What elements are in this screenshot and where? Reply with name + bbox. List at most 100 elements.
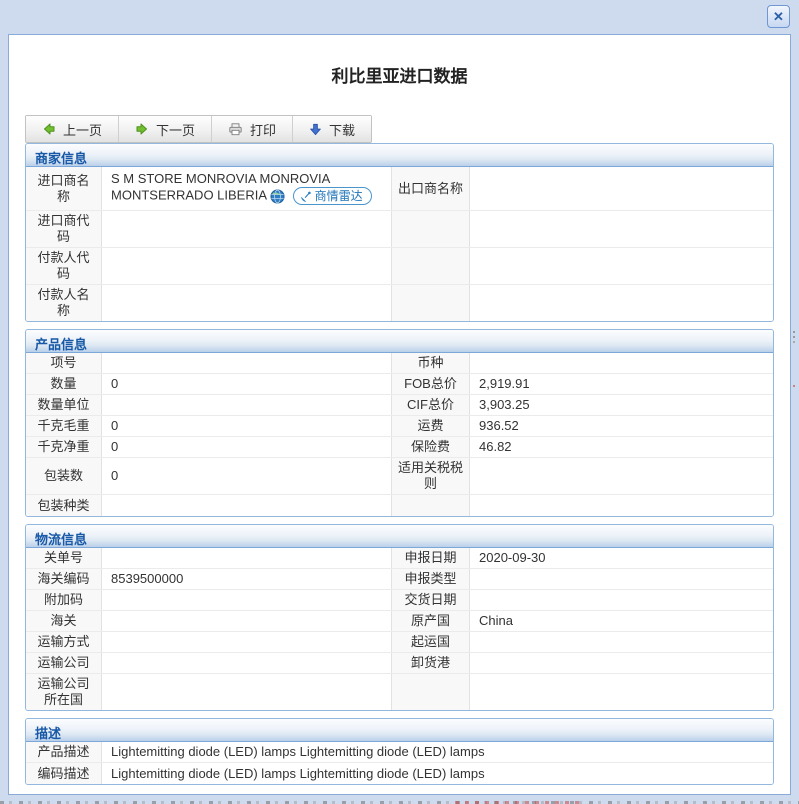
merchant-section-title: 商家信息	[26, 144, 773, 167]
radar-label: 商情雷达	[314, 189, 363, 203]
table-row: 项号 币种	[26, 353, 773, 374]
field-value	[470, 495, 773, 516]
right-arrow-icon	[136, 123, 148, 135]
field-label: 出口商名称	[392, 167, 470, 210]
field-value: 0	[102, 416, 392, 436]
field-label: 运输公司所在国	[26, 674, 102, 710]
field-value	[102, 653, 392, 673]
field-label: 交货日期	[392, 590, 470, 610]
field-label: 包装数	[26, 458, 102, 494]
field-label	[392, 248, 470, 284]
field-label	[392, 495, 470, 516]
download-label: 下载	[329, 122, 356, 138]
table-row: 包装种类	[26, 495, 773, 516]
download-icon	[310, 123, 321, 135]
field-value: 46.82	[470, 437, 773, 457]
field-label	[392, 285, 470, 321]
field-label: 包装种类	[26, 495, 102, 516]
field-label: 千克净重	[26, 437, 102, 457]
table-row: 产品描述 Lightemitting diode (LED) lamps Lig…	[26, 742, 773, 763]
globe-icon[interactable]	[270, 188, 285, 204]
field-value: China	[470, 611, 773, 631]
field-label: 数量单位	[26, 395, 102, 415]
field-value	[102, 548, 392, 568]
toolbar: 上一页 下一页 打印 下载	[25, 115, 790, 143]
field-label: 运输公司	[26, 653, 102, 673]
toolbar-button-group: 上一页 下一页 打印 下载	[25, 115, 373, 143]
field-value: 2,919.91	[470, 374, 773, 394]
field-label: 产品描述	[26, 742, 102, 762]
table-row: 海关编码 8539500000 申报类型	[26, 569, 773, 590]
field-label: 起运国	[392, 632, 470, 652]
field-value: 8539500000	[102, 569, 392, 589]
field-value: 936.52	[470, 416, 773, 436]
field-label	[392, 674, 470, 710]
field-value	[102, 632, 392, 652]
field-value	[102, 395, 392, 415]
table-row: 海关 原产国 China	[26, 611, 773, 632]
background-page-text-sliver	[793, 331, 795, 333]
left-arrow-icon	[44, 123, 55, 135]
table-row: 包装数 0 适用关税税则	[26, 458, 773, 495]
field-label: 海关	[26, 611, 102, 631]
table-row: 付款人名称	[26, 285, 773, 321]
download-button[interactable]: 下载	[292, 116, 372, 142]
logistics-info-section: 物流信息 关单号 申报日期 2020-09-30 海关编码 8539500000…	[25, 524, 774, 711]
table-row: 千克净重 0 保险费 46.82	[26, 437, 773, 458]
field-label: 申报类型	[392, 569, 470, 589]
field-value: 3,903.25	[470, 395, 773, 415]
field-value: 0	[102, 458, 392, 494]
field-label: 运输方式	[26, 632, 102, 652]
close-button[interactable]: ✕	[767, 5, 790, 28]
field-value	[470, 248, 773, 284]
field-label: 卸货港	[392, 653, 470, 673]
field-label: 进口商代码	[26, 211, 102, 247]
merchant-info-section: 商家信息 进口商名称 S M STORE MONROVIA MONROVIA M…	[25, 143, 774, 322]
field-value	[470, 653, 773, 673]
print-label: 打印	[250, 122, 277, 138]
field-value	[102, 285, 392, 321]
field-value	[102, 211, 392, 247]
field-label: 币种	[392, 353, 470, 373]
prev-page-button[interactable]: 上一页	[26, 116, 119, 142]
field-value	[470, 569, 773, 589]
field-label: 海关编码	[26, 569, 102, 589]
field-label: 进口商名称	[26, 167, 102, 210]
table-row: 运输方式 起运国	[26, 632, 773, 653]
description-section-title: 描述	[26, 719, 773, 742]
radar-icon	[300, 191, 311, 202]
field-value	[470, 632, 773, 652]
business-radar-button[interactable]: 商情雷达	[292, 187, 372, 205]
field-value: 2020-09-30	[470, 548, 773, 568]
product-info-section: 产品信息 项号 币种 数量 0 FOB总价 2,919.91 数量单位 CIF总…	[25, 329, 774, 517]
print-button[interactable]: 打印	[211, 116, 293, 142]
table-row: 付款人代码	[26, 248, 773, 285]
field-value	[102, 248, 392, 284]
field-label: 数量	[26, 374, 102, 394]
table-row: 数量 0 FOB总价 2,919.91	[26, 374, 773, 395]
field-label: 适用关税税则	[392, 458, 470, 494]
next-page-button[interactable]: 下一页	[118, 116, 212, 142]
table-row: 进口商名称 S M STORE MONROVIA MONROVIA MONTSE…	[26, 167, 773, 211]
printer-icon	[229, 123, 242, 136]
field-value	[470, 353, 773, 373]
field-label: 关单号	[26, 548, 102, 568]
product-section-title: 产品信息	[26, 330, 773, 353]
field-value	[470, 167, 773, 210]
table-row: 数量单位 CIF总价 3,903.25	[26, 395, 773, 416]
field-label: 附加码	[26, 590, 102, 610]
field-value	[102, 611, 392, 631]
table-row: 千克毛重 0 运费 936.52	[26, 416, 773, 437]
field-value: Lightemitting diode (LED) lamps Lightemi…	[102, 763, 773, 784]
field-value	[102, 353, 392, 373]
field-label: 项号	[26, 353, 102, 373]
field-value	[470, 674, 773, 710]
field-value: Lightemitting diode (LED) lamps Lightemi…	[102, 742, 773, 762]
next-page-label: 下一页	[156, 122, 196, 138]
field-value	[102, 674, 392, 710]
table-row: 运输公司 卸货港	[26, 653, 773, 674]
field-value	[470, 285, 773, 321]
importer-name-value: S M STORE MONROVIA MONROVIA MONTSERRADO …	[102, 167, 392, 210]
field-label: 付款人名称	[26, 285, 102, 321]
description-section: 描述 产品描述 Lightemitting diode (LED) lamps …	[25, 718, 774, 785]
